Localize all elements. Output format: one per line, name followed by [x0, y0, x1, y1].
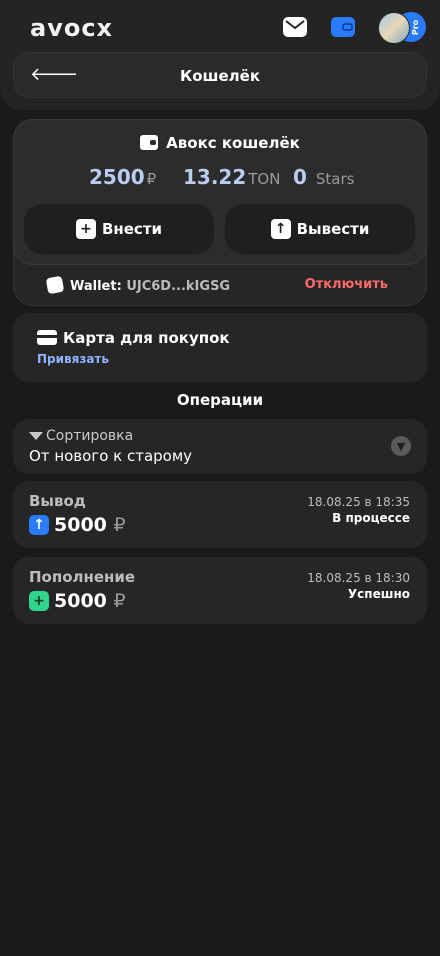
credit-card-icon — [37, 330, 57, 345]
balance-ton: 13.22 TON — [183, 165, 281, 189]
operation-date: 18.08.25 в 18:35 — [307, 495, 410, 509]
deposit-button[interactable]: + Внести — [24, 204, 214, 254]
wallet-icon[interactable] — [331, 17, 355, 37]
plus-icon: + — [29, 591, 49, 611]
connected-wallet: Wallet: UJC6D...kIGSG — [45, 275, 230, 295]
operation-status: Успешно — [347, 587, 410, 601]
purchase-card-title: Карта для покупок — [37, 329, 230, 347]
operations-title: Операции — [176, 391, 264, 409]
operation-item[interactable]: Пополнение +5000 ₽ 18.08.25 в 18:30 Успе… — [13, 557, 427, 624]
operation-amount: ↑ 5000 ₽ — [29, 514, 126, 536]
mail-icon[interactable] — [283, 17, 307, 37]
arrow-up-icon: ↑ — [270, 219, 291, 239]
wallet-title: Авокс кошелёк — [14, 134, 426, 152]
disconnect-button[interactable]: Отключить — [305, 277, 388, 292]
purchase-card-panel: Карта для покупок Привязать — [13, 313, 427, 382]
balance-stars: 0 Stars — [293, 165, 355, 189]
page-title: Кошелёк — [179, 67, 260, 85]
link-card-button[interactable]: Привязать — [37, 352, 109, 366]
withdraw-button[interactable]: ↑ Вывести — [225, 204, 415, 254]
operation-status: В процессе — [332, 511, 410, 525]
operation-item[interactable]: Вывод ↑ 5000 ₽ 18.08.25 в 18:35 В процесс… — [13, 481, 427, 548]
operation-amount: +5000 ₽ — [29, 590, 126, 612]
operation-type: Вывод — [29, 492, 86, 510]
wallet-icon — [140, 135, 159, 150]
top-bar: avocx Pro 🡐 Кошелёк — [0, 0, 440, 110]
wallet-card: Авокс кошелёк 2500 ₽ 13.22 TON 0 Stars + Вн… — [13, 119, 427, 306]
chevron-down-icon[interactable]: ▼ — [391, 436, 411, 456]
ton-wallet-icon — [45, 275, 65, 295]
filter-icon — [29, 432, 43, 440]
wallet-balance-panel: Авокс кошелёк 2500 ₽ 13.22 TON 0 Stars + Вн… — [13, 119, 427, 265]
app-logo[interactable]: avocx — [30, 14, 113, 42]
balance-rub: 2500 ₽ — [89, 165, 157, 189]
page-header: 🡐 Кошелёк — [13, 52, 427, 98]
arrow-up-icon: ↑ — [29, 515, 49, 535]
avatar — [378, 12, 410, 44]
operation-date: 18.08.25 в 18:30 — [307, 571, 410, 585]
sort-value: От нового к старому — [29, 447, 193, 465]
sort-label: Сортировка — [29, 428, 133, 444]
operation-type: Пополнение — [29, 568, 136, 586]
sort-select[interactable]: Сортировка От нового к старому ▼ — [13, 419, 427, 474]
profile-button[interactable]: Pro — [378, 12, 428, 44]
plus-icon: + — [75, 219, 96, 239]
